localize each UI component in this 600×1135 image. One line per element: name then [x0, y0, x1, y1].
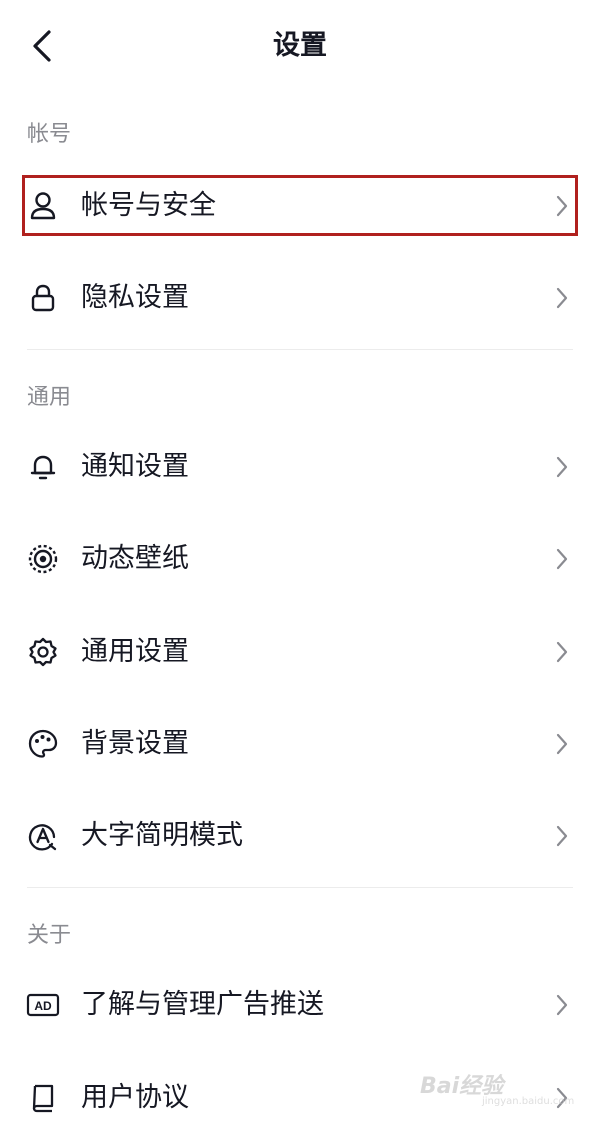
- page-title: 设置: [273, 30, 327, 61]
- menu-item-ad-management[interactable]: AD 了解与管理广告推送: [0, 968, 600, 1042]
- wallpaper-ring-icon: [25, 541, 61, 577]
- chevron-right-icon: [552, 638, 572, 666]
- chevron-right-icon: [552, 545, 572, 573]
- menu-item-label: 通知设置: [81, 451, 189, 482]
- menu-item-label: 大字简明模式: [81, 820, 243, 851]
- lock-icon: [25, 280, 61, 316]
- menu-item-label: 背景设置: [81, 728, 189, 759]
- divider: [27, 887, 573, 888]
- menu-item-privacy[interactable]: 隐私设置: [0, 261, 600, 335]
- menu-item-label: 用户协议: [81, 1082, 189, 1113]
- menu-item-general-settings[interactable]: 通用设置: [0, 615, 600, 689]
- section-header-about: 关于: [27, 923, 72, 948]
- watermark-url: jingyan.baidu.com: [482, 1096, 575, 1107]
- section-header-general: 通用: [27, 385, 72, 410]
- chevron-right-icon: [552, 991, 572, 1019]
- chevron-right-icon: [552, 730, 572, 758]
- menu-item-label: 隐私设置: [81, 282, 189, 313]
- menu-item-live-wallpaper[interactable]: 动态壁纸: [0, 522, 600, 596]
- menu-item-notifications[interactable]: 通知设置: [0, 430, 600, 504]
- chevron-right-icon: [552, 192, 572, 220]
- ad-badge-icon: AD: [25, 987, 61, 1023]
- chevron-right-icon: [552, 822, 572, 850]
- menu-item-label: 了解与管理广告推送: [81, 989, 324, 1020]
- section-header-account: 帐号: [27, 122, 72, 147]
- menu-item-background[interactable]: 背景设置: [0, 707, 600, 781]
- menu-item-account-security[interactable]: 帐号与安全: [0, 169, 600, 243]
- gear-icon: [25, 634, 61, 670]
- divider: [27, 349, 573, 350]
- menu-item-label: 帐号与安全: [81, 190, 216, 221]
- menu-item-large-text-mode[interactable]: 大字简明模式: [0, 799, 600, 873]
- chevron-right-icon: [552, 284, 572, 312]
- letter-a-icon: [25, 818, 61, 854]
- user-icon: [25, 188, 61, 224]
- palette-icon: [25, 726, 61, 762]
- menu-item-label: 通用设置: [81, 636, 189, 667]
- top-bar: 设置: [0, 0, 600, 92]
- chevron-right-icon: [552, 453, 572, 481]
- baidu-jingyan-watermark: Bai经验 jingyan.baidu.com: [420, 1064, 574, 1114]
- book-icon: [25, 1080, 61, 1116]
- svg-text:AD: AD: [34, 999, 52, 1013]
- bell-icon: [25, 449, 61, 485]
- menu-item-label: 动态壁纸: [81, 543, 189, 574]
